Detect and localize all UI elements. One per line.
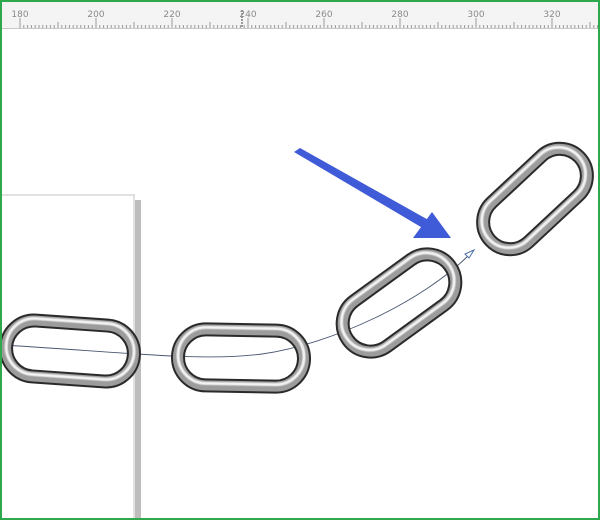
ruler-label-280: 280 [391,10,409,20]
ruler-label-180: 180 [11,10,29,20]
canvas-artwork [2,141,594,518]
chain-link [476,141,594,257]
drawing-canvas[interactable] [2,29,598,518]
app-frame: 180 200 220 240 260 280 300 320 [0,0,600,520]
ruler-label-300: 300 [467,10,485,20]
ruler-label-240: 240 [239,10,257,20]
ruler-label-200: 200 [87,10,105,20]
chain-link [335,247,463,359]
ruler-label-320: 320 [543,10,561,20]
ruler-label-220: 220 [163,10,181,20]
path-end-arrowhead [464,248,476,259]
blue-pointer-arrow-icon [294,148,451,238]
ruler-label-260: 260 [315,10,333,20]
chain-link [2,313,141,389]
horizontal-ruler[interactable]: 180 200 220 240 260 280 300 320 [2,2,598,29]
